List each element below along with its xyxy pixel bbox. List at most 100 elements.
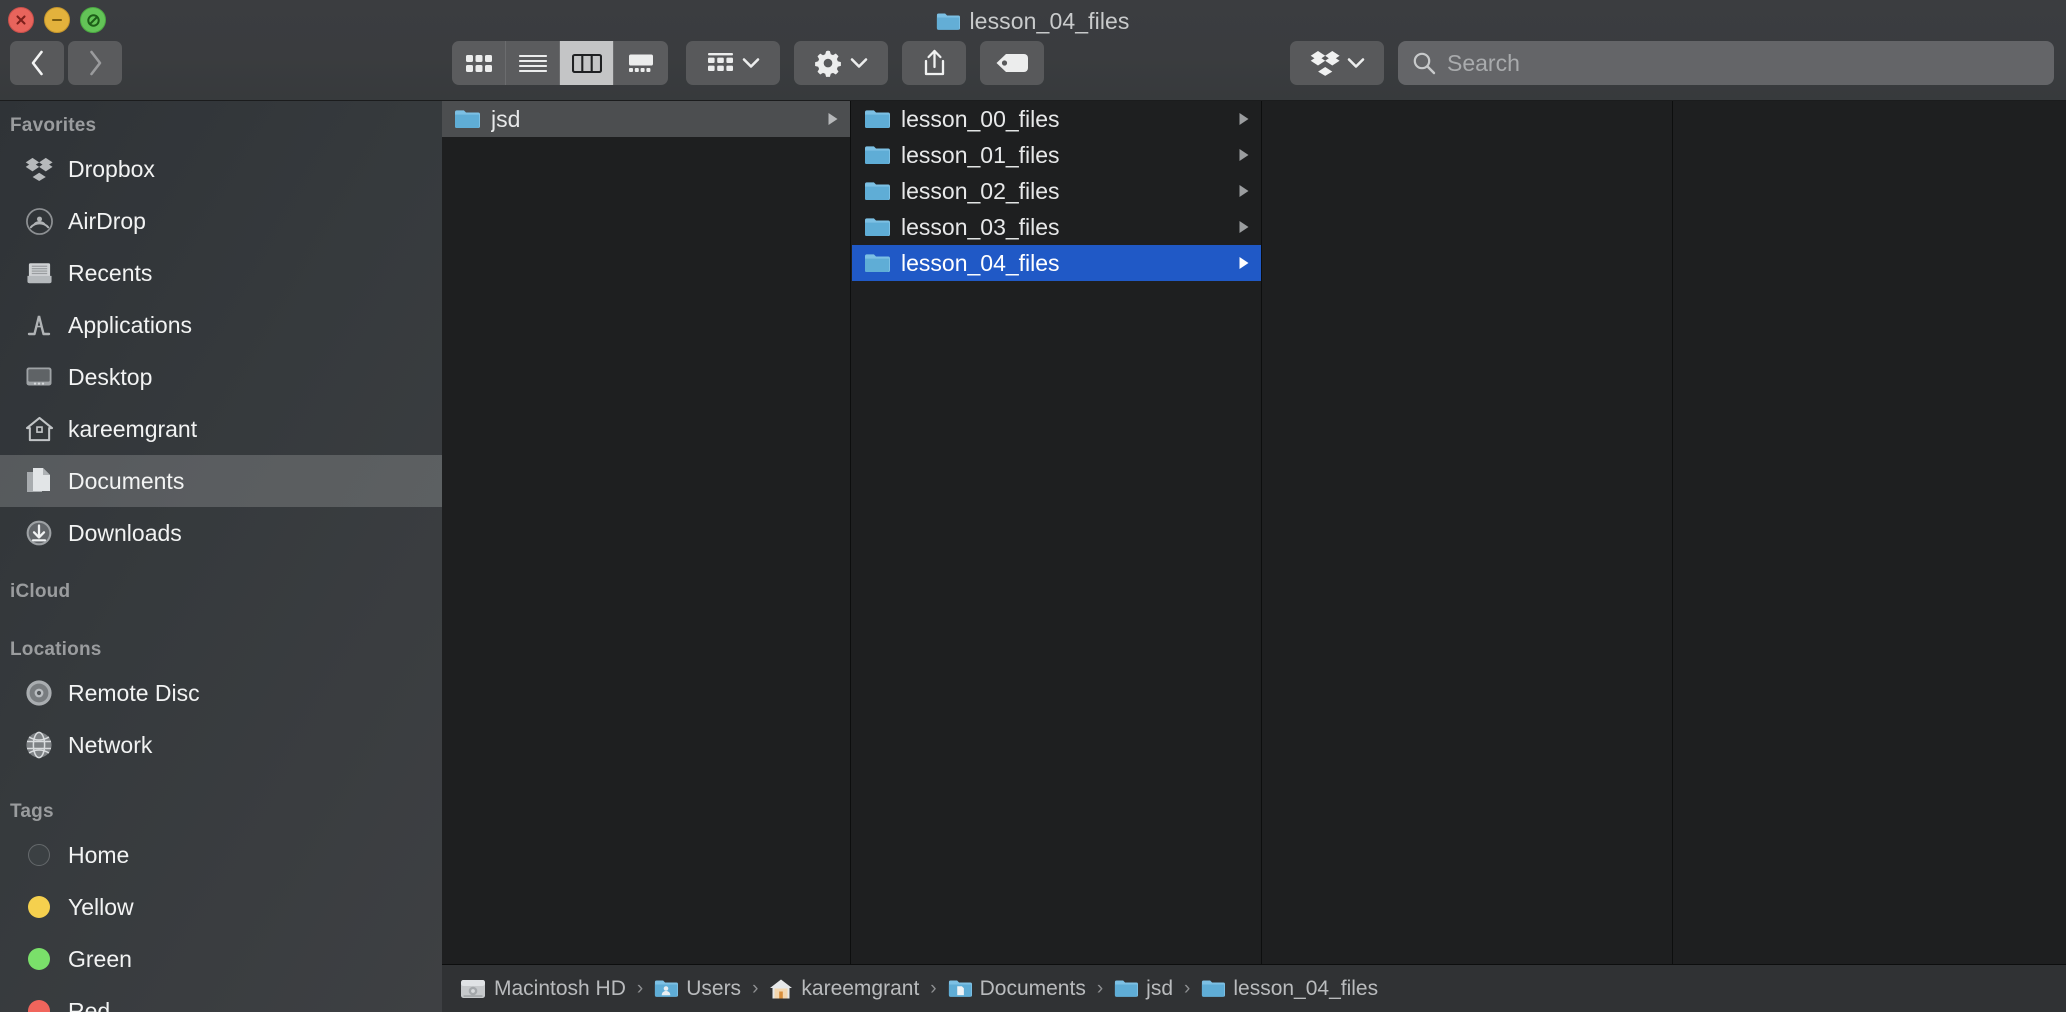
file-name: lesson_03_files	[901, 214, 1226, 241]
file-row[interactable]: lesson_00_files	[852, 101, 1261, 137]
sidebar-item-downloads[interactable]: Downloads	[0, 507, 442, 559]
tags-button[interactable]	[980, 41, 1044, 85]
sidebar-item-tag-red[interactable]: Red	[0, 985, 442, 1012]
sidebar-item-label: AirDrop	[68, 208, 146, 235]
sidebar-item-tag-yellow[interactable]: Yellow	[0, 881, 442, 933]
sidebar-heading-locations: Locations	[0, 609, 442, 667]
gear-icon	[814, 49, 842, 77]
sidebar-item-recents[interactable]: Recents	[0, 247, 442, 299]
file-name: jsd	[491, 106, 815, 133]
sidebar-item-label: Dropbox	[68, 156, 155, 183]
airdrop-icon	[24, 206, 54, 236]
gallery-view-button[interactable]	[614, 41, 668, 85]
breadcrumb-separator: ›	[921, 978, 945, 1000]
users-folder-icon	[654, 979, 678, 998]
tag-icon	[995, 53, 1029, 73]
sidebar-item-kareemgrant[interactable]: kareemgrant	[0, 403, 442, 455]
dropbox-toolbar-button[interactable]	[1290, 41, 1384, 85]
sidebar-item-network[interactable]: Network	[0, 719, 442, 771]
file-name: lesson_02_files	[901, 178, 1226, 205]
column-jsd[interactable]: lesson_00_files lesson_01_files	[852, 101, 1262, 1012]
dropbox-icon	[24, 154, 54, 184]
toolbar: lesson_04_files	[0, 0, 2066, 101]
forward-button[interactable]	[68, 41, 122, 85]
breadcrumb-jsd[interactable]: jsd	[1114, 977, 1173, 1001]
sidebar-item-documents[interactable]: Documents	[0, 455, 442, 507]
column-view-button[interactable]	[560, 41, 614, 85]
hard-drive-icon	[460, 978, 486, 1000]
chevron-right-icon	[86, 49, 105, 77]
breadcrumb-separator: ›	[743, 978, 767, 1000]
breadcrumb-documents[interactable]: Documents	[948, 977, 1086, 1001]
breadcrumb-lesson-04-files[interactable]: lesson_04_files	[1201, 977, 1378, 1001]
column-lesson-04-files[interactable]	[1263, 101, 1673, 1012]
search-input[interactable]	[1447, 50, 2054, 77]
dropbox-icon	[1310, 49, 1340, 77]
folder-icon	[864, 109, 890, 129]
sidebar-heading-icloud: iCloud	[0, 559, 442, 609]
breadcrumb-label: Macintosh HD	[494, 977, 626, 1001]
folder-icon	[864, 181, 890, 201]
sidebar-item-desktop[interactable]: Desktop	[0, 351, 442, 403]
file-row[interactable]: lesson_01_files	[852, 137, 1261, 173]
search-field[interactable]	[1398, 41, 2054, 85]
sidebar-item-applications[interactable]: Applications	[0, 299, 442, 351]
column-preview[interactable]	[1674, 101, 2066, 1012]
breadcrumb-macintosh-hd[interactable]: Macintosh HD	[460, 977, 626, 1001]
sidebar-item-airdrop[interactable]: AirDrop	[0, 195, 442, 247]
gallery-view-icon	[626, 53, 656, 74]
applications-icon	[24, 310, 54, 340]
sidebar-item-label: Red	[68, 998, 110, 1012]
column-browser: jsd lesson_00_files	[442, 101, 2066, 1012]
disclosure-triangle-icon	[826, 111, 840, 127]
home-folder-icon	[769, 978, 793, 1000]
desktop-icon	[24, 362, 54, 392]
file-row[interactable]: jsd	[442, 101, 850, 137]
file-row[interactable]: lesson_03_files	[852, 209, 1261, 245]
folder-icon	[864, 145, 890, 165]
sidebar-item-label: Recents	[68, 260, 152, 287]
list-view-button[interactable]	[506, 41, 560, 85]
sidebar-item-label: Downloads	[68, 520, 182, 547]
sidebar-item-label: Yellow	[68, 894, 134, 921]
icon-view-button[interactable]	[452, 41, 506, 85]
breadcrumb-label: lesson_04_files	[1233, 977, 1378, 1001]
view-mode-segmented-control[interactable]	[452, 41, 668, 85]
sidebar-item-tag-green[interactable]: Green	[0, 933, 442, 985]
icon-view-icon	[465, 53, 493, 74]
column-documents[interactable]: jsd	[442, 101, 851, 1012]
path-bar[interactable]: Macintosh HD › Users › kareemgrant ›	[442, 964, 2066, 1012]
folder-icon	[1201, 979, 1225, 998]
home-icon	[24, 414, 54, 444]
folder-icon	[864, 253, 890, 273]
sidebar-item-dropbox[interactable]: Dropbox	[0, 143, 442, 195]
back-button[interactable]	[10, 41, 64, 85]
tag-dot-icon	[24, 996, 54, 1012]
grid-group-icon	[707, 52, 734, 74]
sidebar[interactable]: Favorites Dropbox AirDrop	[0, 101, 442, 1012]
network-icon	[24, 730, 54, 760]
sidebar-item-tag-home[interactable]: Home	[0, 829, 442, 881]
window-title-text: lesson_04_files	[969, 8, 1129, 35]
sidebar-heading-tags: Tags	[0, 771, 442, 829]
breadcrumb-label: jsd	[1146, 977, 1173, 1001]
search-icon	[1412, 51, 1436, 75]
tag-dot-icon	[24, 840, 54, 870]
share-button[interactable]	[902, 41, 966, 85]
chevron-down-icon	[1347, 57, 1365, 69]
file-row[interactable]: lesson_04_files	[852, 245, 1261, 281]
sidebar-item-label: Green	[68, 946, 132, 973]
sidebar-item-label: kareemgrant	[68, 416, 197, 443]
group-items-button[interactable]	[686, 41, 780, 85]
breadcrumb-label: Users	[686, 977, 741, 1001]
breadcrumb-kareemgrant[interactable]: kareemgrant	[769, 977, 919, 1001]
sidebar-item-remote-disc[interactable]: Remote Disc	[0, 667, 442, 719]
breadcrumb-users[interactable]: Users	[654, 977, 741, 1001]
action-menu-button[interactable]	[794, 41, 888, 85]
file-row[interactable]: lesson_02_files	[852, 173, 1261, 209]
sidebar-item-label: Remote Disc	[68, 680, 200, 707]
disclosure-triangle-icon	[1237, 147, 1251, 163]
folder-icon	[1114, 979, 1138, 998]
documents-icon	[24, 466, 54, 496]
file-name: lesson_00_files	[901, 106, 1226, 133]
